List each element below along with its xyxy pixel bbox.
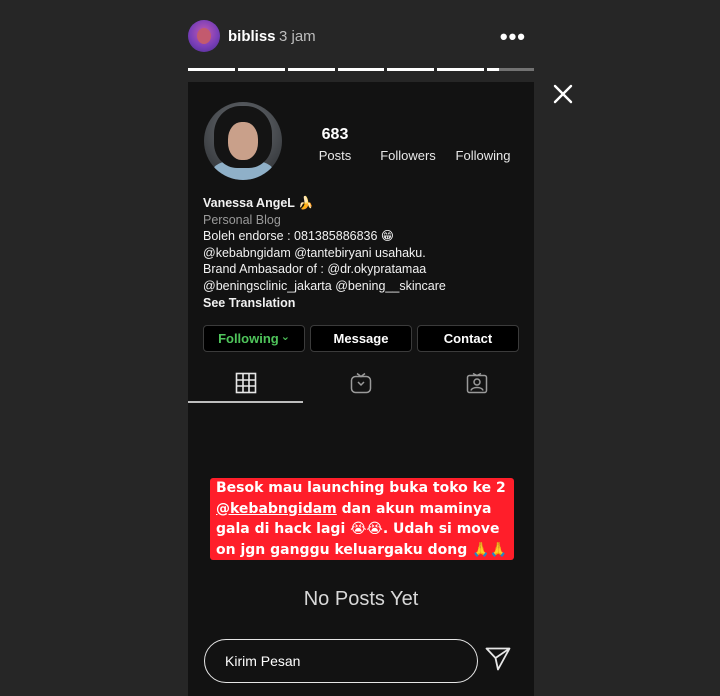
igtv-icon (350, 372, 371, 394)
send-message-input[interactable]: Kirim Pesan (204, 639, 478, 683)
followers-label: Followers (380, 148, 436, 163)
see-translation-link: See Translation (203, 295, 296, 310)
message-button: Message (310, 325, 412, 352)
story-author-username[interactable]: bibliss (228, 28, 276, 45)
no-posts-text: No Posts Yet (303, 588, 419, 610)
profile-category: Personal Blog (203, 212, 281, 227)
tab-tagged (419, 365, 534, 401)
contact-button-label: Contact (443, 331, 493, 346)
profile-bio: Vanessa AngeL 🍌 Personal Blog Boleh endo… (203, 195, 523, 311)
bio-line: Boleh endorse : 081385886836 😁 (203, 229, 394, 244)
sticker-line-rest: dan akun maminya (336, 500, 492, 517)
following-button-label: Following (218, 331, 279, 346)
story-content[interactable]: 683 Posts Followers Following Vanessa An… (188, 82, 534, 696)
send-icon[interactable] (484, 645, 512, 673)
stat-posts: 683 Posts (309, 126, 361, 163)
posts-count: 683 (321, 126, 349, 143)
contact-button: Contact (417, 325, 519, 352)
sticker-mention[interactable]: @kebabngidam (216, 501, 337, 517)
chevron-down-icon: ⌄ (280, 331, 290, 343)
progress-segment (337, 68, 385, 71)
sticker-line: on jgn ganggu keluargaku dong 🙏🙏 (216, 541, 507, 558)
tagged-icon (466, 372, 487, 394)
more-options-icon[interactable]: ••• (500, 24, 526, 50)
posts-label: Posts (318, 148, 352, 163)
story-author-avatar[interactable] (188, 20, 220, 52)
story-text-sticker: Besok mau launching buka toko ke 2 @keba… (210, 478, 514, 560)
bio-line: Brand Ambasador of : @dr.okypratamaa (203, 262, 427, 277)
progress-segment-active (487, 68, 535, 71)
send-message-placeholder: Kirim Pesan (225, 653, 301, 669)
following-button: Following ⌄ (203, 325, 305, 352)
tab-igtv (303, 365, 418, 401)
story-progress-bar (188, 68, 535, 71)
progress-segment (437, 68, 485, 71)
grid-icon (235, 372, 256, 394)
bio-line: @kebabngidam @tantebiryani usahaku. (203, 245, 426, 260)
tab-grid (188, 365, 303, 401)
profile-picture (204, 102, 282, 180)
bio-line: @beningsclinic_jakarta @bening__skincare (203, 278, 446, 293)
sticker-line: @kebabngidam dan akun maminya (216, 499, 508, 520)
sticker-line: gala di hack lagi 😭😭. Udah si move (216, 521, 500, 537)
progress-segment (287, 68, 335, 71)
followers-count (378, 126, 438, 146)
message-button-label: Message (333, 331, 389, 346)
progress-segment (188, 68, 235, 71)
sticker-line: Besok mau launching buka toko ke 2 (216, 480, 506, 496)
progress-segment (387, 68, 435, 71)
stat-followers: Followers (378, 126, 438, 163)
following-label: Following (455, 148, 511, 163)
progress-segment (237, 68, 285, 71)
stat-following: Following (452, 126, 514, 163)
close-icon[interactable] (552, 83, 574, 105)
story-header: bibliss 3 jam ••• (188, 20, 534, 54)
profile-tabs (188, 365, 534, 403)
profile-name: Vanessa AngeL 🍌 (203, 196, 314, 210)
active-tab-indicator (188, 401, 303, 403)
story-timestamp: 3 jam (279, 28, 316, 45)
following-count (452, 126, 514, 146)
